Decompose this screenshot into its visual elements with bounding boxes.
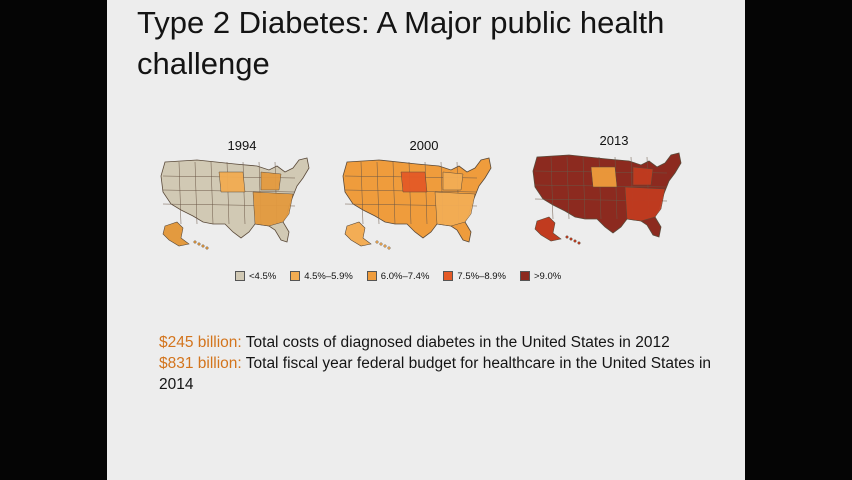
fact-text: Total fiscal year federal budget for hea… — [159, 355, 712, 393]
alaska-shape — [534, 216, 562, 242]
slide: Type 2 Diabetes: A Major public health c… — [107, 0, 745, 480]
map-year-label: 2013 — [599, 133, 629, 148]
hawaii-island — [375, 240, 379, 244]
legend-label: <4.5% — [249, 270, 277, 282]
hawaii-island — [193, 240, 197, 244]
hawaii-island — [573, 239, 577, 243]
us-map-1994 — [160, 157, 310, 250]
map-year-label: 2000 — [409, 138, 439, 153]
state-region — [260, 171, 282, 191]
hawaii-island — [577, 241, 581, 245]
state-region — [590, 166, 618, 188]
hawaii-island — [383, 244, 387, 248]
legend-label: 7.5%–8.9% — [457, 270, 506, 282]
legend-item: 4.5%–5.9% — [290, 271, 353, 282]
map-1994: 1994 — [157, 138, 327, 253]
state-region — [624, 186, 666, 222]
hawaii-island — [379, 242, 383, 246]
legend-item: 7.5%–8.9% — [443, 271, 506, 282]
hawaii-island — [565, 235, 569, 239]
us-map-2000 — [342, 157, 492, 250]
map-year-label: 1994 — [227, 138, 257, 153]
legend-item: <4.5% — [235, 271, 276, 282]
legend-label: 6.0%–7.4% — [380, 270, 430, 282]
slide-title: Type 2 Diabetes: A Major public health c… — [137, 5, 665, 81]
state-region — [632, 166, 654, 186]
fact-amount: $245 billion: — [159, 334, 242, 351]
fact-federal-budget: $831 billion: Total fiscal year federal … — [159, 353, 729, 395]
legend-item: >9.0% — [519, 270, 562, 282]
alaska-shape — [344, 221, 372, 247]
hawaii-island — [201, 244, 205, 248]
legend-item: 6.0%–7.4% — [366, 270, 430, 282]
alaska-shape — [162, 221, 190, 247]
legend-swatch — [443, 271, 454, 281]
legend-label: 4.5%–5.9% — [304, 270, 353, 282]
legend-label: >9.0% — [533, 270, 562, 282]
state-region — [434, 191, 476, 227]
legend-swatch — [519, 271, 530, 281]
state-region — [400, 171, 428, 193]
fact-amount: $831 billion: — [159, 355, 242, 372]
map-legend: <4.5% 4.5%–5.9% 6.0%–7.4% 7.5%–8.9% >9.0… — [235, 268, 575, 284]
state-region — [218, 171, 246, 193]
fact-total-costs: $245 billion: Total costs of diagnosed d… — [159, 332, 729, 353]
fact-text: Total costs of diagnosed diabetes in the… — [241, 334, 670, 351]
state-region — [252, 191, 294, 227]
legend-swatch — [290, 271, 301, 281]
cost-facts: $245 billion: Total costs of diagnosed d… — [159, 332, 729, 395]
hawaii-island — [197, 242, 201, 246]
legend-swatch — [366, 271, 377, 281]
state-region — [442, 171, 464, 191]
us-map-2013 — [532, 152, 682, 245]
map-2013: 2013 — [529, 133, 699, 253]
legend-swatch — [235, 271, 245, 281]
map-2000: 2000 — [339, 138, 509, 253]
hawaii-island — [205, 246, 209, 250]
hawaii-island — [569, 237, 573, 241]
hawaii-island — [387, 246, 391, 250]
